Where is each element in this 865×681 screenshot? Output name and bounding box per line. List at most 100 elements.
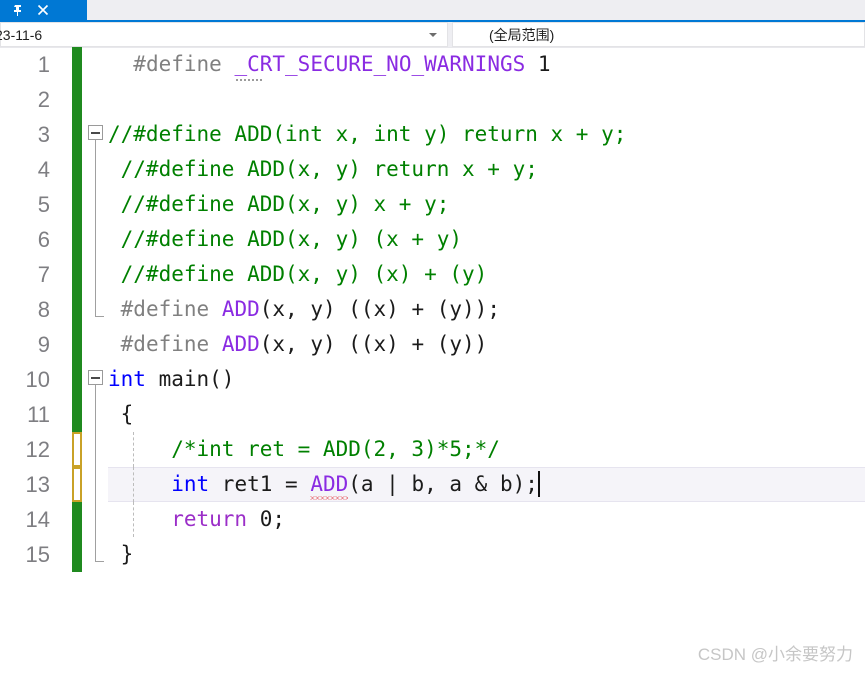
navigation-bar: 23-11-6 (全局范围) [0,22,865,47]
code-text[interactable]: //#define ADD(x, y) (x) + (y) [108,257,488,292]
code-token: //#define ADD(x, y) return x + y; [108,157,538,181]
code-text[interactable]: return 0; [108,502,285,537]
code-text[interactable]: } [108,537,134,572]
text-cursor [537,471,540,497]
code-text[interactable]: //#define ADD(x, y) (x + y) [108,222,462,257]
code-line[interactable]: 8 #define ADD(x, y) ((x) + (y)); [0,292,865,327]
code-text[interactable]: #define _CRT_SECURE_NO_WARNINGS 1 [108,47,551,82]
code-line[interactable]: 7 //#define ADD(x, y) (x) + (y) [0,257,865,292]
outlining-margin [86,257,108,292]
outline-guide [95,222,96,257]
code-text[interactable]: //#define ADD(int x, int y) return x + y… [108,117,626,152]
outlining-margin [86,187,108,222]
code-token: ADD [221,332,260,356]
change-marker [72,362,82,397]
code-line[interactable]: 10 int main() [0,362,865,397]
member-dropdown[interactable]: (全局范围) [452,22,865,47]
code-line[interactable]: 14 return 0; [0,502,865,537]
code-token: T_SECURE_NO_WARNINGS [272,52,526,76]
scope-dropdown-value: 23-11-6 [0,26,43,43]
code-text[interactable]: int main() [108,362,234,397]
change-marker [72,397,82,432]
line-number: 2 [37,86,50,112]
outline-guide [95,385,96,397]
change-marker [72,117,82,152]
code-token: { [108,402,134,426]
collapse-toggle-icon[interactable] [88,125,103,140]
outline-guide-end [95,537,104,562]
pin-icon[interactable] [12,3,26,17]
code-token: _CR [234,47,272,82]
code-line[interactable]: 11 { [0,397,865,432]
close-icon[interactable] [36,3,50,17]
line-number: 13 [25,471,50,497]
change-marker [72,327,82,362]
code-text[interactable]: #define ADD(x, y) ((x) + (y)); [108,292,500,327]
code-token: int [171,472,210,496]
line-number: 1 [37,51,50,77]
line-number: 9 [37,331,50,357]
code-token: (a | b, a & b); [348,472,538,496]
line-number: 15 [25,541,50,567]
tab-active-document[interactable] [0,0,87,20]
code-line[interactable]: 1 #define _CRT_SECURE_NO_WARNINGS 1 [0,47,865,82]
change-marker [72,82,82,117]
outlining-margin [86,537,108,572]
line-number: 7 [37,261,50,287]
code-text[interactable]: //#define ADD(x, y) x + y; [108,187,450,222]
scope-dropdown[interactable]: 23-11-6 [0,22,448,47]
outline-guide [95,140,96,152]
collapse-toggle-icon[interactable] [88,370,103,385]
editor-window: 23-11-6 (全局范围) 1 #define _CRT_SECURE_NO_… [0,0,865,681]
change-marker [72,257,82,292]
line-number: 11 [27,401,50,427]
code-text[interactable]: //#define ADD(x, y) return x + y; [108,152,538,187]
line-number: 12 [25,436,50,462]
outline-guide [95,502,96,537]
line-number: 3 [37,121,50,147]
outlining-margin [86,117,108,152]
code-token: (x, y) ((x) + (y)); [259,297,500,321]
change-marker [72,47,82,82]
change-marker [72,187,82,222]
outlining-margin [86,467,108,502]
outline-guide [95,257,96,292]
code-line[interactable]: 12 /*int ret = ADD(2, 3)*5;*/ [0,432,865,467]
code-line[interactable]: 4 //#define ADD(x, y) return x + y; [0,152,865,187]
code-line[interactable]: 15 } [0,537,865,572]
code-text[interactable]: #define ADD(x, y) ((x) + (y)) [108,327,488,362]
outlining-margin [86,292,108,327]
outline-guide [95,152,96,187]
outlining-margin [86,82,108,117]
code-editor[interactable]: 1 #define _CRT_SECURE_NO_WARNINGS 1 2 3//#… [0,47,865,681]
outlining-margin [86,362,108,397]
change-marker [72,467,82,502]
outlining-margin [86,432,108,467]
code-token: //#define ADD(int x, int y) return x + y… [108,122,627,146]
code-token: ADD [221,297,260,321]
code-token: //#define ADD(x, y) (x + y) [108,227,463,251]
outline-guide [95,187,96,222]
code-line[interactable]: 2 [0,82,865,117]
code-token: main() [145,367,235,391]
code-line[interactable]: 6 //#define ADD(x, y) (x + y) [0,222,865,257]
code-line[interactable]: 3 //#define ADD(int x, int y) return x + … [0,117,865,152]
chevron-down-icon[interactable] [429,32,437,37]
code-text[interactable]: int ret1 = ADD(a | b, a & b); [108,467,540,502]
code-line[interactable]: 9 #define ADD(x, y) ((x) + (y)) [0,327,865,362]
code-line[interactable]: 5 //#define ADD(x, y) x + y; [0,187,865,222]
code-token: (x, y) ((x) + (y)) [259,332,488,356]
code-token: #define [133,52,235,76]
code-token: 1 [537,52,551,76]
code-token: 0; [247,507,286,531]
line-number: 5 [37,191,50,217]
line-number: 14 [25,506,50,532]
code-text[interactable]: /*int ret = ADD(2, 3)*5;*/ [108,432,500,467]
code-line[interactable]: 13 int ret1 = ADD(a | b, a & b); [0,467,865,502]
outlining-margin [86,327,108,362]
code-text[interactable]: { [108,397,134,432]
outlining-margin [86,47,108,82]
